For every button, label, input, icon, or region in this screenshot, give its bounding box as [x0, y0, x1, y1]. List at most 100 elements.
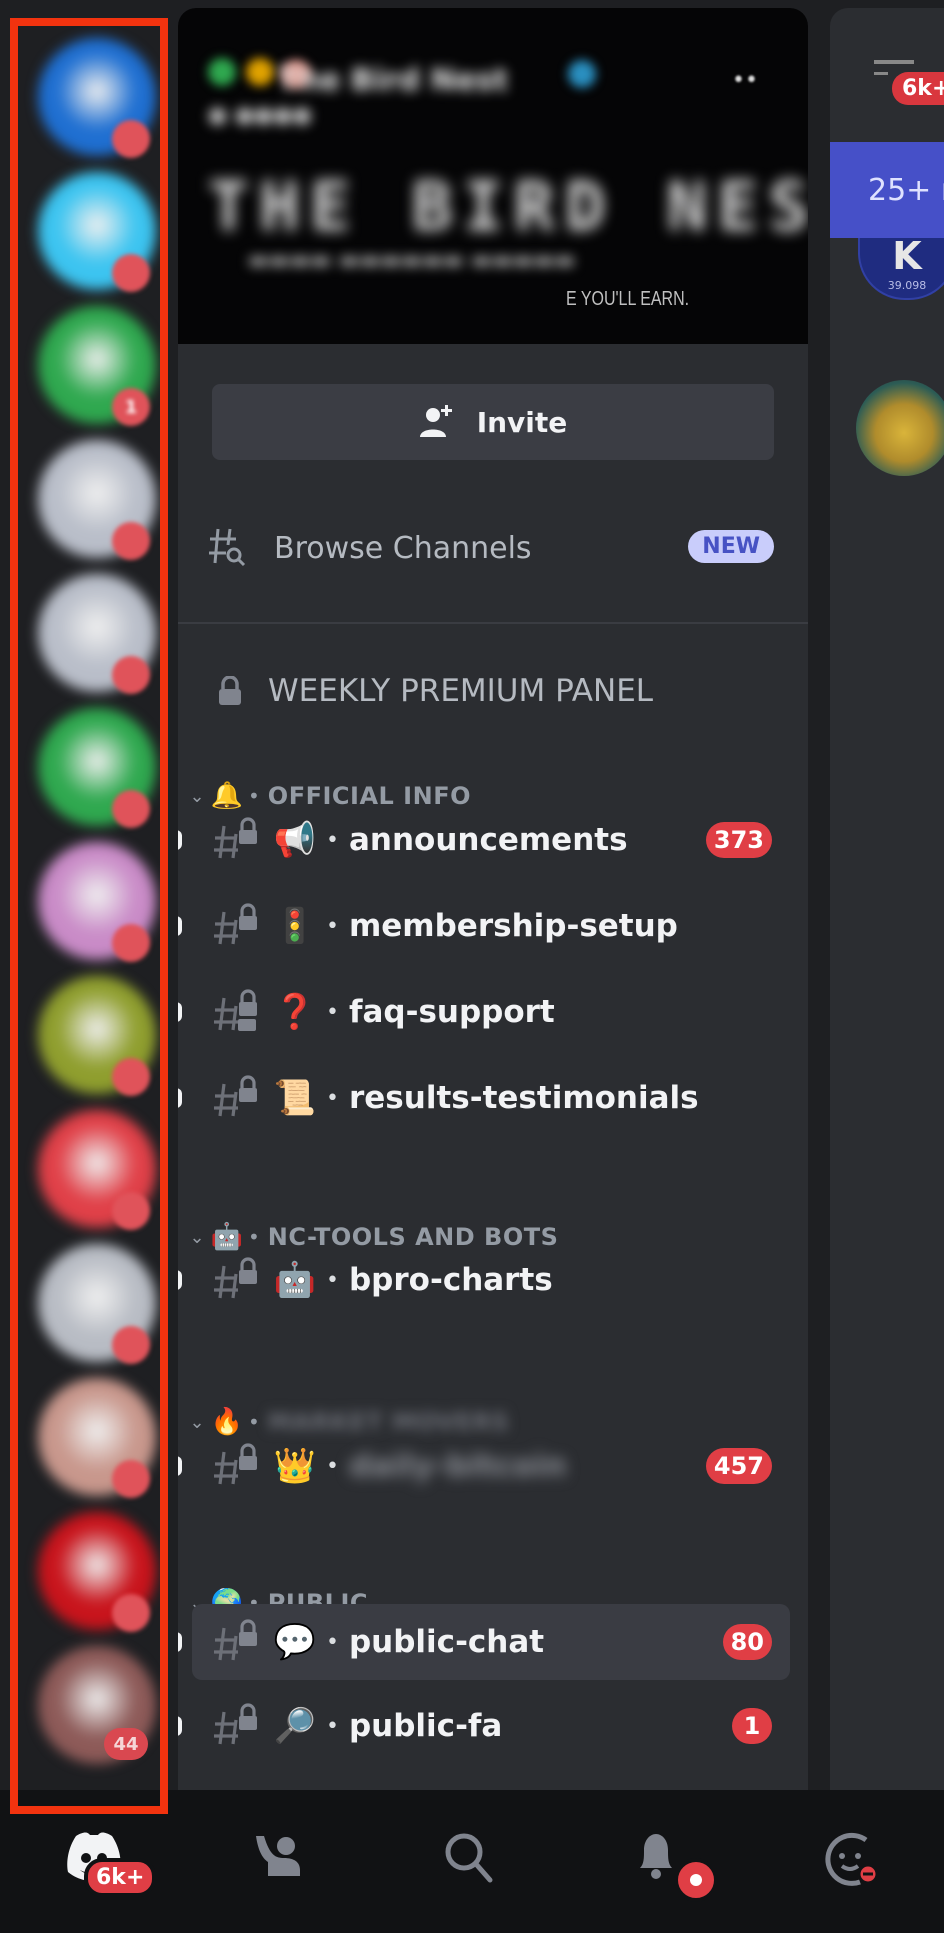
server-unread-badge: [112, 522, 150, 560]
channel-emoji-icon: 🔎: [273, 1706, 317, 1746]
channel-name: public-chat: [348, 1624, 545, 1660]
locked-channel-icon: [214, 1075, 257, 1117]
locked-category-label: WEEKLY PREMIUM PANEL: [268, 673, 654, 709]
channel-row[interactable]: 🔎 • public-fa 1: [178, 1688, 790, 1764]
unread-indicator: [178, 830, 182, 850]
unread-badge: 6k+: [892, 72, 944, 105]
nav-friends[interactable]: [250, 1828, 320, 1898]
menu-icon[interactable]: [874, 60, 914, 64]
separator-dot: •: [326, 1713, 339, 1739]
channel-emoji-icon: 💬: [273, 1622, 317, 1662]
server-subtitle: ● ●●●●: [208, 103, 312, 128]
server-unread-badge: [112, 1326, 150, 1364]
invite-button[interactable]: Invite: [212, 384, 774, 460]
browse-channels-icon: [209, 528, 246, 567]
channel-row[interactable]: ❓ • faq-support: [178, 974, 790, 1050]
mention-count-badge: 1: [732, 1708, 772, 1744]
search-icon: [445, 1833, 493, 1883]
channel-name: public-fa: [348, 1708, 503, 1744]
separator-dot: •: [326, 999, 339, 1025]
server-unread-badge: [112, 1460, 150, 1498]
separator-dot: •: [326, 1267, 339, 1293]
channel-row[interactable]: 🚦 • membership-setup: [178, 888, 790, 964]
banner-tagline: ▬▬▬▬ ▬▬▬▬▬▬ ▬▬▬▬▬: [248, 248, 576, 273]
channel-emoji-icon: 📜: [273, 1078, 317, 1118]
banner-tagline-visible: E YOU'LL EARN.: [566, 288, 690, 310]
nav-profile[interactable]: [820, 1828, 890, 1898]
separator-dot: •: [326, 1085, 339, 1111]
separator-dot: •: [326, 1453, 339, 1479]
server-name: The Bird Nest: [278, 63, 509, 98]
channel-emoji-icon: 🚦: [273, 906, 317, 946]
server-rail: 1 44: [18, 26, 160, 1806]
banner-emoji-icon: [208, 58, 236, 86]
channel-name: membership-setup: [348, 908, 678, 944]
server-unread-badge: [112, 1192, 150, 1230]
channel-row[interactable]: 📢 • announcements 373: [178, 802, 790, 878]
user-avatar[interactable]: [856, 380, 944, 476]
chat-peek-panel[interactable]: 6k+ 25+ n K 39.098: [830, 8, 944, 1790]
divider: [178, 622, 808, 624]
channel-emoji-icon: 🤖: [273, 1260, 317, 1300]
profile-status-icon: [825, 1832, 879, 1886]
channel-emoji-icon: 📢: [273, 820, 317, 860]
channel-emoji-icon: 👑: [273, 1446, 317, 1486]
browse-channels-label: Browse Channels: [274, 530, 532, 566]
new-badge: NEW: [688, 530, 774, 563]
channel-name: faq-support: [348, 994, 555, 1030]
locked-category-weekly-premium-panel[interactable]: WEEKLY PREMIUM PANEL: [218, 663, 653, 719]
server-unread-badge: [112, 254, 150, 292]
mention-count-badge: 373: [705, 822, 772, 858]
locked-channel-icon: [214, 817, 257, 859]
channel-emoji-icon: ❓: [273, 992, 317, 1032]
friends-icon: [256, 1836, 300, 1876]
more-options-icon[interactable]: ••: [732, 68, 758, 93]
locked-channel-icon: [214, 1257, 257, 1299]
unread-indicator: [178, 1088, 182, 1108]
channel-row[interactable]: 👑 • daily-bitcoin 457: [178, 1428, 790, 1504]
unread-indicator: [178, 1002, 182, 1022]
nav-notifications[interactable]: [630, 1828, 718, 1902]
nav-search[interactable]: [440, 1828, 510, 1898]
channel-name: bpro-charts: [348, 1262, 553, 1298]
menu-icon-line: [874, 72, 888, 75]
nav-home[interactable]: 6k+: [62, 1828, 157, 1898]
channel-name: results-testimonials: [348, 1080, 699, 1116]
mention-count-badge: 80: [722, 1624, 772, 1660]
separator-dot: •: [326, 1629, 339, 1655]
add-user-icon: [419, 405, 452, 437]
server-unread-badge: 44: [104, 1728, 148, 1760]
unread-indicator: [178, 916, 182, 936]
separator-dot: •: [326, 827, 339, 853]
server-unread-badge: [112, 1058, 150, 1096]
locked-channel-icon: [214, 903, 257, 945]
channel-panel: The Bird Nest •• ● ●●●● THE BIRD NEST ▬▬…: [178, 8, 808, 1790]
locked-channel-icon: [214, 989, 257, 1031]
server-banner[interactable]: The Bird Nest •• ● ●●●● THE BIRD NEST ▬▬…: [178, 8, 808, 344]
avatar-letter: K: [892, 234, 922, 278]
unread-indicator: [178, 1632, 182, 1652]
channel-row[interactable]: 📜 • results-testimonials: [178, 1060, 790, 1136]
user-avatar[interactable]: K 39.098: [858, 234, 944, 300]
separator-dot: •: [326, 913, 339, 939]
verified-icon: [568, 60, 596, 88]
lock-icon: [219, 676, 241, 705]
channel-row[interactable]: 🤖 • bpro-charts: [178, 1242, 790, 1318]
channel-row[interactable]: 💬 • public-chat 80: [178, 1604, 790, 1680]
banner-title: THE BIRD NEST: [208, 168, 808, 247]
unread-indicator: [178, 1270, 182, 1290]
notification-dot: [674, 1858, 718, 1902]
bottom-nav: 6k+: [0, 1790, 944, 1933]
server-unread-badge: [112, 924, 150, 962]
mention-count-badge: 457: [705, 1448, 772, 1484]
server-unread-badge: [112, 1594, 150, 1632]
banner-emoji-icon: [246, 58, 274, 86]
browse-channels-button[interactable]: Browse Channels NEW: [208, 518, 774, 578]
locked-channel-icon: [214, 1619, 257, 1661]
locked-channel-icon: [214, 1443, 257, 1485]
unread-indicator: [178, 1716, 182, 1736]
server-unread-badge: 1: [112, 388, 150, 426]
channel-name: daily-bitcoin: [348, 1448, 567, 1484]
new-messages-banner[interactable]: 25+ n: [830, 142, 944, 238]
home-unread-badge: 6k+: [84, 1858, 157, 1897]
